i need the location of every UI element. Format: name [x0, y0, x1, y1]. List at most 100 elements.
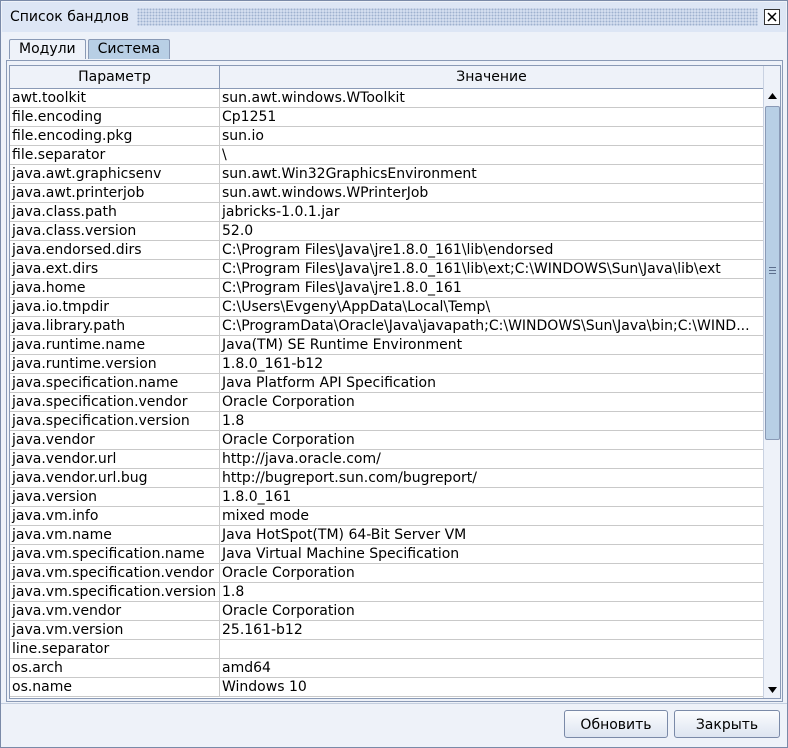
value-cell[interactable]: \ [220, 146, 764, 165]
parameter-cell[interactable]: java.vm.specification.version [10, 583, 220, 602]
parameter-cell[interactable]: java.runtime.version [10, 355, 220, 374]
tab-system[interactable]: Система [87, 39, 171, 59]
table-row[interactable]: java.version 1.8.0_161 [10, 488, 764, 507]
table-row[interactable]: java.vm.specification.version 1.8 [10, 583, 764, 602]
value-cell[interactable]: sun.awt.windows.WPrinterJob [220, 184, 764, 203]
table-row[interactable]: java.awt.printerjob sun.awt.windows.WPrin… [10, 184, 764, 203]
value-cell[interactable]: 52.0 [220, 222, 764, 241]
parameter-cell[interactable]: java.version [10, 488, 220, 507]
value-cell[interactable]: Oracle Corporation [220, 431, 764, 450]
table-row[interactable]: java.vendor.url.bug http://bugreport.sun.… [10, 469, 764, 488]
value-cell[interactable]: http://java.oracle.com/ [220, 450, 764, 469]
value-cell[interactable]: Cp1251 [220, 108, 764, 127]
table-row[interactable]: awt.toolkit sun.awt.windows.WToolkit [10, 89, 764, 108]
scroll-down-button[interactable] [764, 682, 780, 698]
parameter-cell[interactable]: java.vm.name [10, 526, 220, 545]
parameter-cell[interactable]: java.class.path [10, 203, 220, 222]
parameter-cell[interactable]: java.runtime.name [10, 336, 220, 355]
scroll-up-button[interactable] [764, 88, 780, 104]
value-cell[interactable]: C:\Program Files\Java\jre1.8.0_161\lib\e… [220, 241, 764, 260]
value-cell[interactable]: amd64 [220, 659, 764, 678]
parameter-cell[interactable]: java.ext.dirs [10, 260, 220, 279]
value-cell[interactable]: Java Platform API Specification [220, 374, 764, 393]
table-row[interactable]: file.encoding.pkg sun.io [10, 127, 764, 146]
table-row[interactable]: java.ext.dirs C:\Program Files\Java\jre1.… [10, 260, 764, 279]
close-window-button[interactable] [764, 9, 780, 25]
value-cell[interactable] [220, 640, 764, 659]
parameter-cell[interactable]: java.specification.vendor [10, 393, 220, 412]
table-row[interactable]: java.runtime.version 1.8.0_161-b12 [10, 355, 764, 374]
table-row[interactable]: java.specification.name Java Platform API… [10, 374, 764, 393]
parameter-cell[interactable]: java.home [10, 279, 220, 298]
table-row[interactable]: file.separator \ [10, 146, 764, 165]
parameter-cell[interactable]: java.vm.vendor [10, 602, 220, 621]
parameter-cell[interactable]: file.encoding [10, 108, 220, 127]
table-row[interactable]: java.specification.vendor Oracle Corporat… [10, 393, 764, 412]
table-row[interactable]: java.home C:\Program Files\Java\jre1.8.0_… [10, 279, 764, 298]
parameter-cell[interactable]: java.specification.version [10, 412, 220, 431]
value-cell[interactable]: Oracle Corporation [220, 564, 764, 583]
value-cell[interactable]: C:\ProgramData\Oracle\Java\javapath;C:\W… [220, 317, 764, 336]
parameter-cell[interactable]: java.vm.info [10, 507, 220, 526]
column-header-value[interactable]: Значение [220, 66, 764, 88]
table-row[interactable]: java.awt.graphicsenv sun.awt.Win32Graphic… [10, 165, 764, 184]
table-row[interactable]: java.vm.version 25.161-b12 [10, 621, 764, 640]
table-row[interactable]: java.endorsed.dirs C:\Program Files\Java\… [10, 241, 764, 260]
parameter-cell[interactable]: file.encoding.pkg [10, 127, 220, 146]
value-cell[interactable]: Java Virtual Machine Specification [220, 545, 764, 564]
value-cell[interactable]: Oracle Corporation [220, 393, 764, 412]
value-cell[interactable]: jabricks-1.0.1.jar [220, 203, 764, 222]
refresh-button[interactable]: Обновить [564, 710, 668, 738]
value-cell[interactable]: 1.8 [220, 412, 764, 431]
table-row[interactable]: java.vm.specification.vendor Oracle Corpo… [10, 564, 764, 583]
value-cell[interactable]: C:\Program Files\Java\jre1.8.0_161 [220, 279, 764, 298]
value-cell[interactable]: Oracle Corporation [220, 602, 764, 621]
value-cell[interactable]: mixed mode [220, 507, 764, 526]
tab-modules[interactable]: Модули [9, 39, 86, 59]
close-button[interactable]: Закрыть [674, 710, 780, 738]
table-row[interactable]: java.vm.specification.name Java Virtual M… [10, 545, 764, 564]
parameter-cell[interactable]: line.separator [10, 640, 220, 659]
table-row[interactable]: java.vm.info mixed mode [10, 507, 764, 526]
value-cell[interactable]: Windows 10 [220, 678, 764, 697]
value-cell[interactable]: 25.161-b12 [220, 621, 764, 640]
parameter-cell[interactable]: java.vm.specification.vendor [10, 564, 220, 583]
value-cell[interactable]: 1.8 [220, 583, 764, 602]
parameter-cell[interactable]: java.vendor.url.bug [10, 469, 220, 488]
table-row[interactable]: java.library.path C:\ProgramData\Oracle\J… [10, 317, 764, 336]
value-cell[interactable]: sun.awt.Win32GraphicsEnvironment [220, 165, 764, 184]
table-row[interactable]: java.vendor Oracle Corporation [10, 431, 764, 450]
title-bar[interactable]: Список бандлов [2, 2, 786, 32]
parameter-cell[interactable]: os.arch [10, 659, 220, 678]
parameter-cell[interactable]: java.library.path [10, 317, 220, 336]
parameter-cell[interactable]: java.specification.name [10, 374, 220, 393]
parameter-cell[interactable]: java.class.version [10, 222, 220, 241]
table-row[interactable]: os.arch amd64 [10, 659, 764, 678]
parameter-cell[interactable]: java.awt.printerjob [10, 184, 220, 203]
parameter-cell[interactable]: java.io.tmpdir [10, 298, 220, 317]
column-header-parameter[interactable]: Параметр [10, 66, 220, 88]
scroll-thumb[interactable] [765, 106, 780, 440]
parameter-cell[interactable]: java.awt.graphicsenv [10, 165, 220, 184]
value-cell[interactable]: Java HotSpot(TM) 64-Bit Server VM [220, 526, 764, 545]
parameter-cell[interactable]: java.endorsed.dirs [10, 241, 220, 260]
value-cell[interactable]: Java(TM) SE Runtime Environment [220, 336, 764, 355]
parameter-cell[interactable]: java.vm.version [10, 621, 220, 640]
table-row[interactable]: java.runtime.name Java(TM) SE Runtime Env… [10, 336, 764, 355]
table-row[interactable]: java.vm.name Java HotSpot(TM) 64-Bit Serv… [10, 526, 764, 545]
parameter-cell[interactable]: java.vendor [10, 431, 220, 450]
table-row[interactable]: java.io.tmpdir C:\Users\Evgeny\AppData\Lo… [10, 298, 764, 317]
vertical-scrollbar[interactable] [763, 66, 780, 698]
table-row[interactable]: java.class.path jabricks-1.0.1.jar [10, 203, 764, 222]
value-cell[interactable]: sun.awt.windows.WToolkit [220, 89, 764, 108]
table-row[interactable]: java.vm.vendor Oracle Corporation [10, 602, 764, 621]
value-cell[interactable]: C:\Program Files\Java\jre1.8.0_161\lib\e… [220, 260, 764, 279]
table-row[interactable]: java.specification.version 1.8 [10, 412, 764, 431]
parameter-cell[interactable]: os.name [10, 678, 220, 697]
parameter-cell[interactable]: awt.toolkit [10, 89, 220, 108]
parameter-cell[interactable]: file.separator [10, 146, 220, 165]
value-cell[interactable]: http://bugreport.sun.com/bugreport/ [220, 469, 764, 488]
table-row[interactable]: file.encoding Cp1251 [10, 108, 764, 127]
value-cell[interactable]: sun.io [220, 127, 764, 146]
table-row[interactable]: line.separator [10, 640, 764, 659]
